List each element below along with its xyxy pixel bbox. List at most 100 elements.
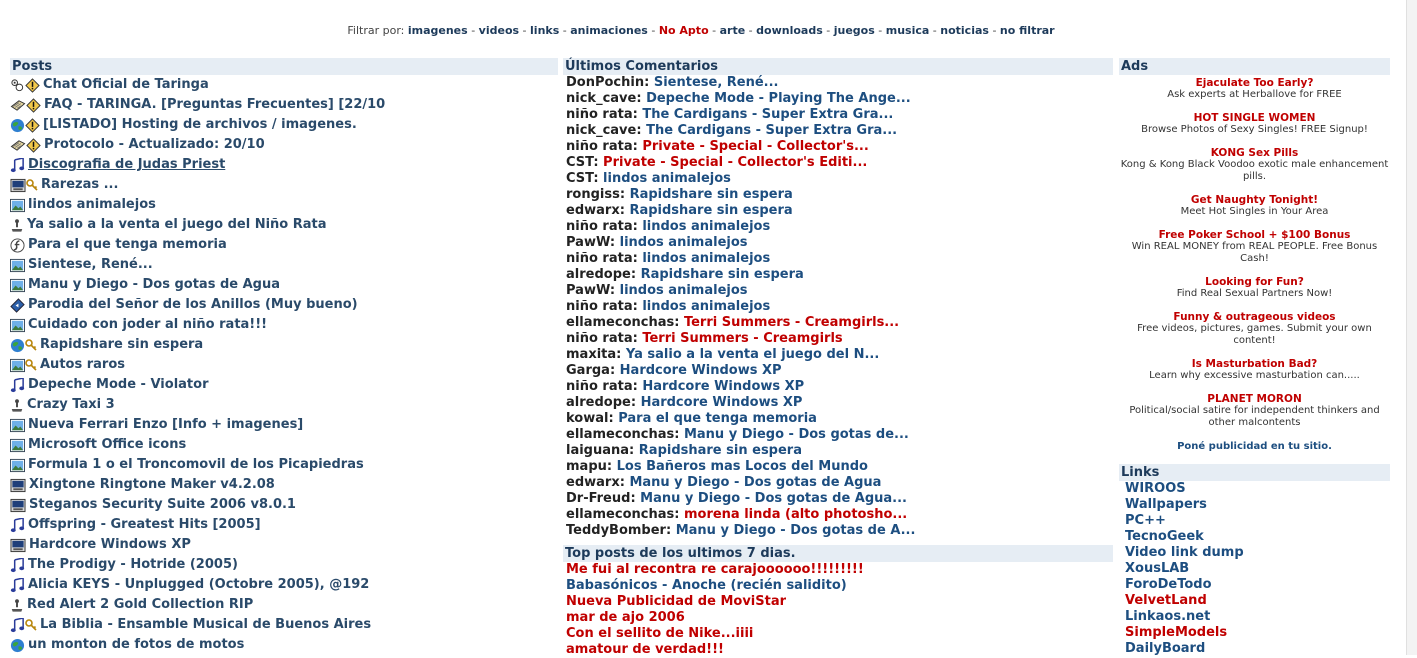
post-item[interactable]: FAQ - TARINGA. [Preguntas Frecuentes] [2…	[10, 95, 558, 115]
comment-post-link[interactable]: Depeche Mode - Playing The Ange...	[646, 91, 911, 106]
comment-user[interactable]: CST	[566, 171, 593, 186]
post-title[interactable]: Xingtone Ringtone Maker v4.2.08	[29, 475, 275, 495]
post-item[interactable]: un monton de fotos de motos	[10, 635, 558, 655]
comment-user[interactable]: alredope	[566, 267, 631, 282]
comment-post-link[interactable]: Hardcore Windows XP	[641, 395, 803, 410]
filter-link-imagenes[interactable]: imagenes	[408, 24, 468, 37]
post-title[interactable]: Alicia KEYS - Unplugged (Octobre 2005), …	[28, 575, 369, 595]
comment-post-link[interactable]: Private - Special - Collector's...	[642, 139, 868, 154]
post-title[interactable]: Para el que tenga memoria	[28, 235, 227, 255]
sidebar-link[interactable]: VelvetLand	[1119, 593, 1390, 609]
post-item[interactable]: Crazy Taxi 3	[10, 395, 558, 415]
post-item[interactable]: [LISTADO] Hosting de archivos / imagenes…	[10, 115, 558, 135]
advertise-link[interactable]: Poné publicidad en tu sitio.	[1119, 441, 1390, 452]
comment-post-link[interactable]: Terri Summers - Creamgirls	[642, 331, 842, 346]
filter-link-links[interactable]: links	[530, 24, 559, 37]
post-title[interactable]: Rarezas ...	[41, 175, 118, 195]
comment-user[interactable]: niño rata	[566, 299, 633, 314]
comment-post-link[interactable]: Hardcore Windows XP	[642, 379, 804, 394]
comment-user[interactable]: CST	[566, 155, 593, 170]
post-item[interactable]: The Prodigy - Hotride (2005)	[10, 555, 558, 575]
sidebar-link[interactable]: TecnoGeek	[1119, 529, 1390, 545]
post-item[interactable]: Nueva Ferrari Enzo [Info + imagenes]	[10, 415, 558, 435]
post-title[interactable]: Ya salio a la venta el juego del Niño Ra…	[27, 215, 327, 235]
filter-link-juegos[interactable]: juegos	[834, 24, 875, 37]
ad-title[interactable]: Funny & outrageous videos	[1119, 311, 1390, 323]
comment-user[interactable]: kowal	[566, 411, 608, 426]
post-item[interactable]: Chat Oficial de Taringa	[10, 75, 558, 95]
comment-user[interactable]: TeddyBomber	[566, 523, 666, 538]
sidebar-link[interactable]: SimpleModels	[1119, 625, 1390, 641]
comment-post-link[interactable]: Para el que tenga memoria	[618, 411, 817, 426]
filter-link-musica[interactable]: musica	[886, 24, 930, 37]
post-item[interactable]: Hardcore Windows XP	[10, 535, 558, 555]
post-title[interactable]: The Prodigy - Hotride (2005)	[28, 555, 238, 575]
filter-link-no-filtrar[interactable]: no filtrar	[1000, 24, 1055, 37]
post-item[interactable]: Microsoft Office icons	[10, 435, 558, 455]
sidebar-link[interactable]: Wallpapers	[1119, 497, 1390, 513]
comment-user[interactable]: maxita	[566, 347, 616, 362]
comment-post-link[interactable]: Los Bañeros mas Locos del Mundo	[617, 459, 868, 474]
post-title[interactable]: Cuidado con joder al niño rata!!!	[28, 315, 267, 335]
post-item[interactable]: Discografia de Judas Priest	[10, 155, 558, 175]
post-item[interactable]: Sientese, René...	[10, 255, 558, 275]
sidebar-link[interactable]: XousLAB	[1119, 561, 1390, 577]
post-title[interactable]: Manu y Diego - Dos gotas de Agua	[28, 275, 280, 295]
post-title[interactable]: un monton de fotos de motos	[28, 635, 244, 655]
comment-post-link[interactable]: Manu y Diego - Dos gotas de Agua...	[640, 491, 907, 506]
post-title[interactable]: Depeche Mode - Violator	[28, 375, 208, 395]
post-item[interactable]: Para el que tenga memoria	[10, 235, 558, 255]
comment-user[interactable]: DonPochin	[566, 75, 644, 90]
comment-user[interactable]: alredope	[566, 395, 631, 410]
post-item[interactable]: Rapidshare sin espera	[10, 335, 558, 355]
post-title[interactable]: Microsoft Office icons	[28, 435, 186, 455]
comment-user[interactable]: Garga	[566, 363, 610, 378]
post-title[interactable]: Formula 1 o el Troncomovil de los Picapi…	[28, 455, 364, 475]
post-title[interactable]: FAQ - TARINGA. [Preguntas Frecuentes] [2…	[44, 95, 385, 115]
filter-link-videos[interactable]: videos	[479, 24, 519, 37]
comment-post-link[interactable]: The Cardigans - Super Extra Gra...	[646, 123, 897, 138]
filter-link-downloads[interactable]: downloads	[756, 24, 823, 37]
filter-link-noticias[interactable]: noticias	[940, 24, 989, 37]
comment-post-link[interactable]: Rapidshare sin espera	[630, 187, 793, 202]
comment-post-link[interactable]: Manu y Diego - Dos gotas de Agua	[629, 475, 881, 490]
ad-title[interactable]: Get Naughty Tonight!	[1119, 194, 1390, 206]
comment-post-link[interactable]: morena linda (alto photosho...	[684, 507, 907, 522]
comment-post-link[interactable]: The Cardigans - Super Extra Gra...	[642, 107, 893, 122]
comment-user[interactable]: ellameconchas	[566, 427, 674, 442]
ad-title[interactable]: Ejaculate Too Early?	[1119, 77, 1390, 89]
comment-post-link[interactable]: Rapidshare sin espera	[639, 443, 802, 458]
post-title[interactable]: Chat Oficial de Taringa	[43, 75, 209, 95]
post-item[interactable]: La Biblia - Ensamble Musical de Buenos A…	[10, 615, 558, 635]
post-item[interactable]: Cuidado con joder al niño rata!!!	[10, 315, 558, 335]
comment-post-link[interactable]: Ya salio a la venta el juego del N...	[626, 347, 879, 362]
post-title[interactable]: Autos raros	[40, 355, 125, 375]
post-item[interactable]: Parodia del Señor de los Anillos (Muy bu…	[10, 295, 558, 315]
post-title[interactable]: Nueva Ferrari Enzo [Info + imagenes]	[28, 415, 303, 435]
post-item[interactable]: Formula 1 o el Troncomovil de los Picapi…	[10, 455, 558, 475]
post-item[interactable]: Steganos Security Suite 2006 v8.0.1	[10, 495, 558, 515]
comment-post-link[interactable]: Private - Special - Collector's Editi...	[603, 155, 867, 170]
ad-title[interactable]: KONG Sex Pills	[1119, 147, 1390, 159]
post-item[interactable]: Xingtone Ringtone Maker v4.2.08	[10, 475, 558, 495]
post-title[interactable]: [LISTADO] Hosting de archivos / imagenes…	[43, 115, 357, 135]
post-title[interactable]: Offspring - Greatest Hits [2005]	[28, 515, 261, 535]
ad-title[interactable]: PLANET MORON	[1119, 393, 1390, 405]
comment-post-link[interactable]: lindos animalejos	[603, 171, 731, 186]
top-post-link[interactable]: Me fui al recontra re carajoooooo!!!!!!!…	[563, 562, 1113, 578]
post-title[interactable]: Discografia de Judas Priest	[28, 155, 225, 175]
post-item[interactable]: Manu y Diego - Dos gotas de Agua	[10, 275, 558, 295]
ad-title[interactable]: Free Poker School + $100 Bonus	[1119, 229, 1390, 241]
top-post-link[interactable]: amatour de verdad!!!	[563, 642, 1113, 658]
comment-post-link[interactable]: Manu y Diego - Dos gotas de A...	[676, 523, 916, 538]
post-title[interactable]: Protocolo - Actualizado: 20/10	[44, 135, 265, 155]
post-item[interactable]: lindos animalejos	[10, 195, 558, 215]
comment-post-link[interactable]: Manu y Diego - Dos gotas de...	[684, 427, 909, 442]
comment-post-link[interactable]: Hardcore Windows XP	[620, 363, 782, 378]
post-item[interactable]: Rarezas ...	[10, 175, 558, 195]
comment-user[interactable]: edwarx	[566, 475, 620, 490]
comment-post-link[interactable]: Terri Summers - Creamgirls...	[684, 315, 899, 330]
post-item[interactable]: Protocolo - Actualizado: 20/10	[10, 135, 558, 155]
ad-title[interactable]: Is Masturbation Bad?	[1119, 358, 1390, 370]
post-title[interactable]: Hardcore Windows XP	[29, 535, 191, 555]
